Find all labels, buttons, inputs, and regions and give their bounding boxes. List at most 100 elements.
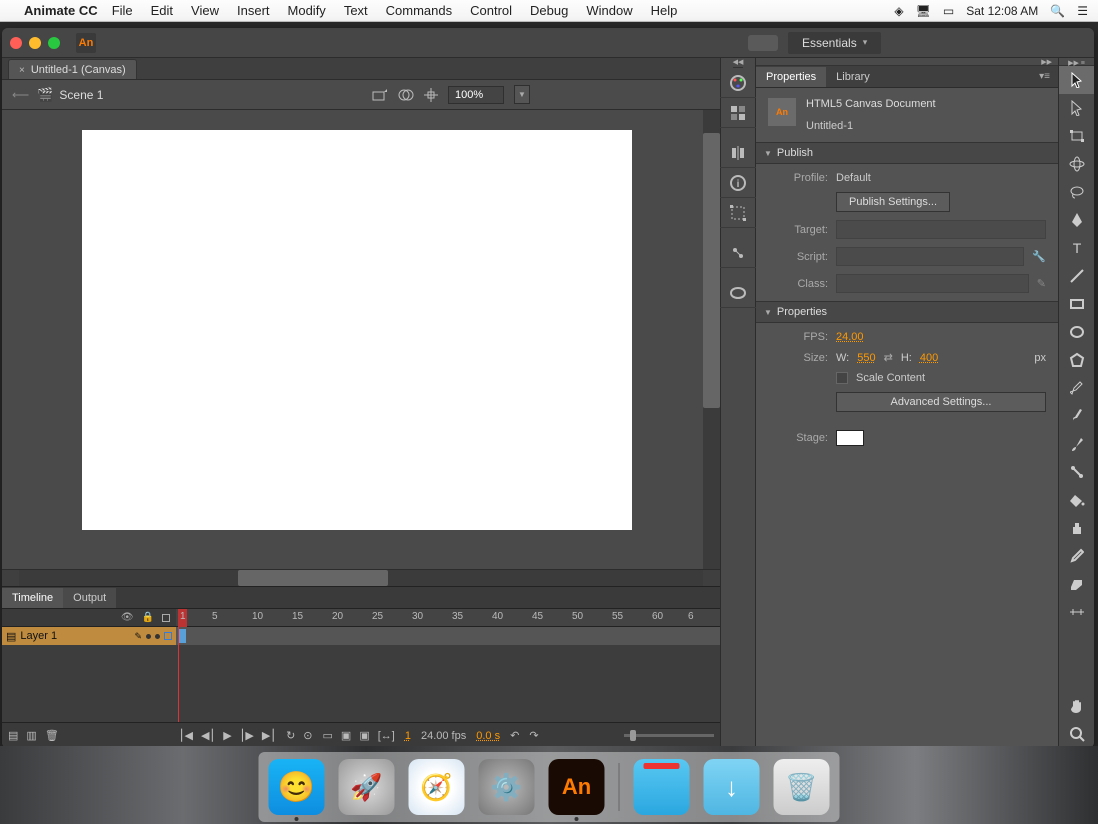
layer-name[interactable]: Layer 1	[20, 630, 130, 642]
outline-icon[interactable]	[162, 614, 170, 622]
spotlight-icon[interactable]: 🔍	[1050, 4, 1065, 18]
pen-tool[interactable]	[1059, 206, 1095, 234]
zoom-tool[interactable]	[1059, 720, 1095, 748]
scale-content-checkbox[interactable]	[836, 372, 848, 384]
close-tab-icon[interactable]: ×	[19, 65, 25, 76]
lasso-tool[interactable]	[1059, 178, 1095, 206]
center-frame-icon[interactable]: ▭	[323, 729, 333, 742]
loop-icon[interactable]: ↻	[286, 729, 295, 742]
step-back-icon[interactable]: ◀⎮	[201, 729, 215, 742]
section-properties[interactable]: Properties	[756, 301, 1058, 323]
zoom-button[interactable]	[48, 37, 60, 49]
stage-color-swatch[interactable]	[836, 430, 864, 446]
width-tool[interactable]	[1059, 598, 1095, 626]
panel-expand-handle[interactable]: ▶▶	[756, 58, 1058, 66]
onion-icon[interactable]: ⊙	[303, 729, 312, 742]
onion-outline-icon[interactable]: ▣	[359, 729, 369, 742]
swatches-panel-icon[interactable]	[720, 98, 756, 128]
color-panel-icon[interactable]	[720, 68, 756, 98]
selection-tool[interactable]	[1059, 66, 1095, 94]
battery-icon[interactable]: ▭	[943, 4, 954, 18]
menu-commands[interactable]: Commands	[386, 3, 452, 18]
edit-scene-icon[interactable]	[372, 88, 388, 102]
info-panel-icon[interactable]: i	[720, 168, 756, 198]
zoom-input[interactable]	[448, 86, 504, 104]
stage-area[interactable]	[2, 110, 720, 586]
align-panel-icon[interactable]	[720, 138, 756, 168]
menu-insert[interactable]: Insert	[237, 3, 270, 18]
pencil-tool[interactable]	[1059, 374, 1095, 402]
new-layer-icon[interactable]: ▤	[8, 729, 18, 742]
menu-control[interactable]: Control	[470, 3, 512, 18]
transform-panel-icon[interactable]	[720, 198, 756, 228]
dock-animate[interactable]: An	[549, 759, 605, 815]
dock-system-preferences[interactable]: ⚙️	[479, 759, 535, 815]
menu-window[interactable]: Window	[586, 3, 632, 18]
zoom-slider[interactable]	[624, 734, 714, 737]
step-fwd-icon[interactable]: ⎮▶	[240, 729, 254, 742]
new-folder-icon[interactable]: ▥	[26, 729, 36, 742]
delete-layer-icon[interactable]: 🗑	[45, 729, 59, 742]
minimize-button[interactable]	[29, 37, 41, 49]
bone-tool[interactable]	[1059, 458, 1095, 486]
height-value[interactable]: 400	[920, 352, 938, 364]
first-frame-icon[interactable]: ⎮◀	[179, 729, 193, 742]
horizontal-scrollbar[interactable]	[2, 569, 720, 586]
back-icon[interactable]: ⟵	[12, 88, 29, 102]
workspace-switcher[interactable]: Essentials	[788, 32, 881, 54]
play-icon[interactable]: ▶	[223, 729, 231, 742]
lock-icon[interactable]: 🔒	[142, 612, 154, 623]
hand-tool[interactable]	[1059, 692, 1095, 720]
tray-icon[interactable]: ◈	[894, 4, 903, 18]
menu-file[interactable]: File	[112, 3, 133, 18]
cc-libraries-icon[interactable]	[720, 278, 756, 308]
rectangle-tool[interactable]	[1059, 290, 1095, 318]
publish-settings-button[interactable]: Publish Settings...	[836, 192, 950, 212]
ink-bottle-tool[interactable]	[1059, 514, 1095, 542]
tools-handle[interactable]: ▶▶ ≡	[1059, 58, 1094, 66]
edit-multi-icon[interactable]: [↔]	[378, 730, 395, 742]
vertical-scrollbar[interactable]	[703, 110, 720, 569]
notification-icon[interactable]: ☰	[1077, 4, 1088, 18]
zoom-dropdown[interactable]: ▼	[514, 85, 530, 104]
onion-skin-icon[interactable]: ▣	[341, 729, 351, 742]
app-name[interactable]: Animate CC	[24, 3, 98, 18]
document-tab[interactable]: × Untitled-1 (Canvas)	[8, 59, 137, 79]
clock[interactable]: Sat 12:08 AM	[966, 4, 1038, 18]
last-frame-icon[interactable]: ▶⎮	[262, 729, 276, 742]
undo-icon[interactable]: ↶	[510, 729, 519, 742]
sync-settings-button[interactable]	[748, 35, 778, 51]
visibility-icon[interactable]: 👁	[121, 612, 134, 623]
history-panel-icon[interactable]	[720, 238, 756, 268]
dock-downloads[interactable]: ↓	[704, 759, 760, 815]
fps-value[interactable]: 24.00	[836, 331, 864, 343]
frames-row[interactable]	[176, 627, 720, 645]
dock-launchpad[interactable]: 🚀	[339, 759, 395, 815]
dock-finder[interactable]: 😊	[269, 759, 325, 815]
layer-lock-dot[interactable]	[155, 634, 160, 639]
edit-symbols-icon[interactable]	[398, 88, 414, 102]
display-icon[interactable]: 🖥	[916, 4, 931, 18]
stage-canvas[interactable]	[82, 130, 632, 530]
menu-debug[interactable]: Debug	[530, 3, 568, 18]
menu-text[interactable]: Text	[344, 3, 368, 18]
paint-bucket-tool[interactable]	[1059, 486, 1095, 514]
menu-view[interactable]: View	[191, 3, 219, 18]
section-publish[interactable]: Publish	[756, 142, 1058, 164]
subselection-tool[interactable]	[1059, 94, 1095, 122]
tab-library[interactable]: Library	[826, 67, 880, 87]
paintbrush-tool[interactable]	[1059, 430, 1095, 458]
link-wh-icon[interactable]: ⇄	[884, 351, 893, 364]
polystar-tool[interactable]	[1059, 346, 1095, 374]
dock-folder[interactable]	[634, 759, 690, 815]
tab-output[interactable]: Output	[63, 588, 116, 608]
oval-tool[interactable]	[1059, 318, 1095, 346]
advanced-settings-button[interactable]: Advanced Settings...	[836, 392, 1046, 412]
tab-timeline[interactable]: Timeline	[2, 588, 63, 608]
panel-expand-handle[interactable]: ◀◀	[733, 58, 744, 68]
eraser-tool[interactable]	[1059, 570, 1095, 598]
center-stage-icon[interactable]	[424, 88, 438, 102]
menu-modify[interactable]: Modify	[288, 3, 326, 18]
line-tool[interactable]	[1059, 262, 1095, 290]
brush-tool[interactable]	[1059, 402, 1095, 430]
